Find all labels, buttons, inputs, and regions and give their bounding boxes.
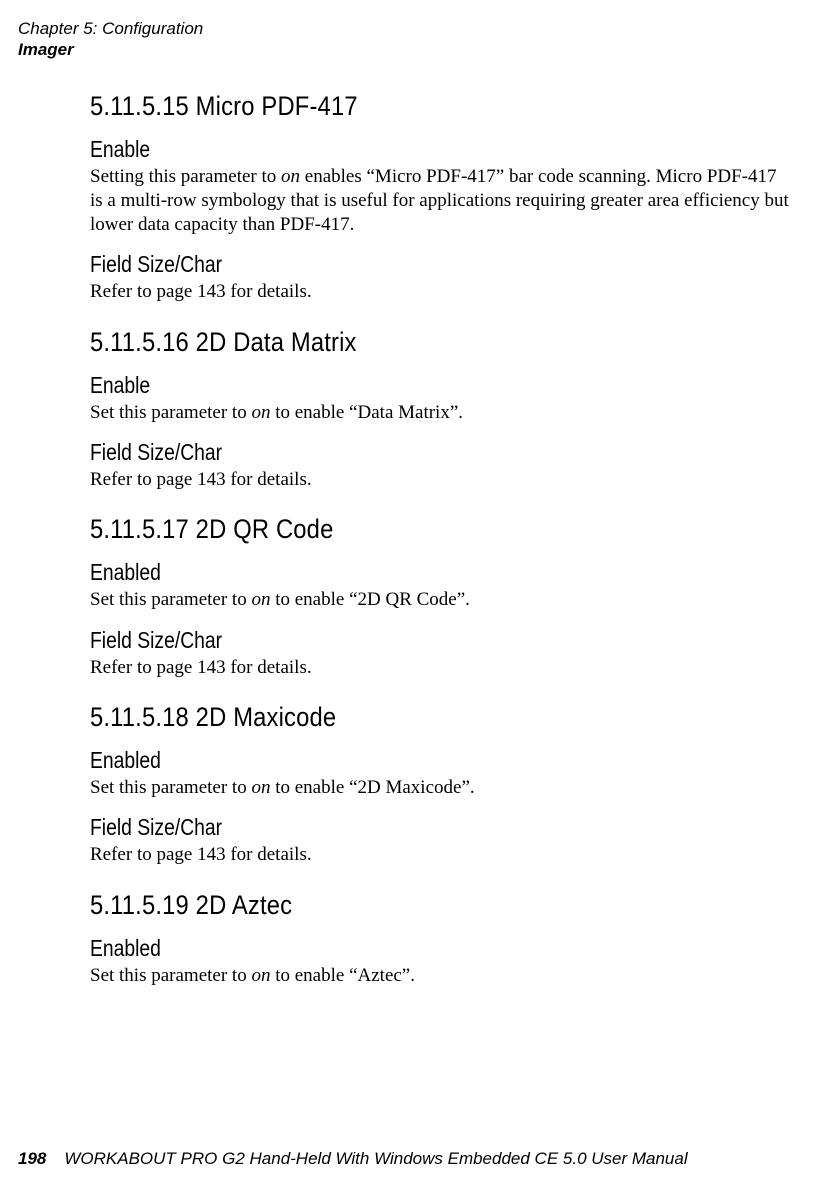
footer-title: WORKABOUT PRO G2 Hand-Held With Windows … bbox=[64, 1149, 687, 1169]
body-text: Setting this parameter to on enables “Mi… bbox=[90, 165, 793, 238]
subsection-field-size: Field Size/Char bbox=[90, 627, 681, 654]
section-2d-maxicode: 5.11.5.18 2D Maxicode Enabled Set this p… bbox=[90, 702, 793, 868]
section-title: 5.11.5.19 2D Aztec bbox=[90, 890, 709, 921]
section-2d-data-matrix: 5.11.5.16 2D Data Matrix Enable Set this… bbox=[90, 327, 793, 493]
body-text: Set this parameter to on to enable “Azte… bbox=[90, 964, 793, 988]
body-em: on bbox=[251, 589, 270, 610]
page-number: 198 bbox=[18, 1149, 46, 1169]
body-text: Refer to page 143 for details. bbox=[90, 843, 793, 867]
subsection-field-size: Field Size/Char bbox=[90, 439, 681, 466]
body-em: on bbox=[281, 166, 300, 187]
section-micro-pdf417: 5.11.5.15 Micro PDF-417 Enable Setting t… bbox=[90, 91, 793, 305]
section-title: 5.11.5.18 2D Maxicode bbox=[90, 702, 709, 733]
body-em: on bbox=[251, 965, 270, 986]
body-em: on bbox=[251, 777, 270, 798]
body-text: Set this parameter to on to enable “Data… bbox=[90, 401, 793, 425]
body-suffix: to enable “Aztec”. bbox=[270, 965, 415, 986]
body-text: Refer to page 143 for details. bbox=[90, 656, 793, 680]
body-prefix: Set this parameter to bbox=[90, 402, 251, 423]
subsection-enable: Enable bbox=[90, 372, 681, 399]
subsection-field-size: Field Size/Char bbox=[90, 251, 681, 278]
body-text: Refer to page 143 for details. bbox=[90, 468, 793, 492]
section-2d-aztec: 5.11.5.19 2D Aztec Enabled Set this para… bbox=[90, 890, 793, 988]
body-em: on bbox=[251, 402, 270, 423]
subsection-enabled: Enabled bbox=[90, 559, 681, 586]
subsection-enabled: Enabled bbox=[90, 747, 681, 774]
body-prefix: Set this parameter to bbox=[90, 777, 251, 798]
chapter-label: Chapter 5: Configuration bbox=[18, 18, 803, 39]
body-suffix: to enable “2D QR Code”. bbox=[270, 589, 469, 610]
section-title: 5.11.5.16 2D Data Matrix bbox=[90, 327, 709, 358]
body-text: Set this parameter to on to enable “2D M… bbox=[90, 776, 793, 800]
page-header: Chapter 5: Configuration Imager bbox=[18, 18, 803, 61]
page-footer: 198 WORKABOUT PRO G2 Hand-Held With Wind… bbox=[18, 1149, 803, 1169]
body-prefix: Set this parameter to bbox=[90, 965, 251, 986]
body-text: Refer to page 143 for details. bbox=[90, 280, 793, 304]
section-title: 5.11.5.15 Micro PDF-417 bbox=[90, 91, 709, 122]
body-prefix: Setting this parameter to bbox=[90, 166, 281, 187]
subsection-enable: Enable bbox=[90, 136, 681, 163]
section-title: 5.11.5.17 2D QR Code bbox=[90, 514, 709, 545]
body-suffix: to enable “2D Maxicode”. bbox=[270, 777, 474, 798]
body-prefix: Set this parameter to bbox=[90, 589, 251, 610]
subsection-field-size: Field Size/Char bbox=[90, 814, 681, 841]
header-section-name: Imager bbox=[18, 39, 803, 60]
main-content: 5.11.5.15 Micro PDF-417 Enable Setting t… bbox=[18, 91, 803, 988]
subsection-enabled: Enabled bbox=[90, 935, 681, 962]
body-text: Set this parameter to on to enable “2D Q… bbox=[90, 588, 793, 612]
body-suffix: to enable “Data Matrix”. bbox=[270, 402, 463, 423]
section-2d-qr-code: 5.11.5.17 2D QR Code Enabled Set this pa… bbox=[90, 514, 793, 680]
